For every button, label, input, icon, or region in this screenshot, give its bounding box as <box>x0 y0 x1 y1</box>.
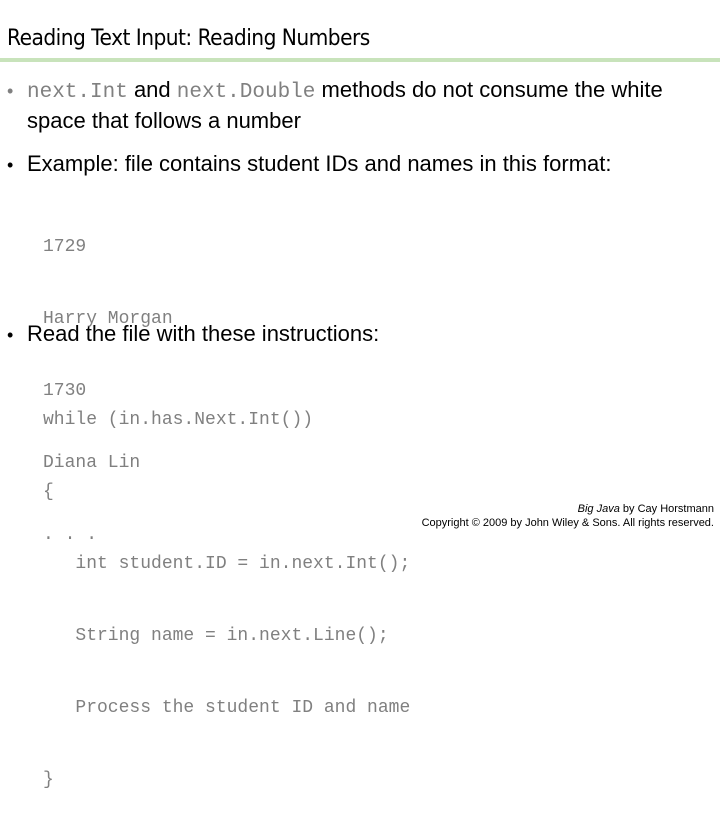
bullet-1-continuation: space that follows a number <box>27 108 301 133</box>
author-byline: by Cay Horstmann <box>619 503 714 515</box>
bullet-icon: • <box>7 81 14 101</box>
slide-title: Reading Text Input: Reading Numbers <box>7 26 370 51</box>
bullet-icon: • <box>7 325 14 345</box>
copyright-footer: Big Java by Cay Horstmann Copyright © 20… <box>422 502 714 530</box>
code-line: { <box>43 482 54 502</box>
copyright-notice: Copyright © 2009 by John Wiley & Sons. A… <box>421 517 714 529</box>
code-line: } <box>43 770 54 790</box>
bullet-3: • Read the file with these instructions: <box>7 318 379 351</box>
bullet-1: • next.Int and next.Double methods do not… <box>7 74 663 108</box>
code-line: 1729 <box>43 237 87 257</box>
read-loop-code: while (in.has.Next.Int()) { int student.… <box>43 360 410 840</box>
book-credit: Big Java by Cay Horstmann <box>422 502 714 516</box>
bullet-2-text: Example: file contains student IDs and n… <box>27 151 612 176</box>
code-line: while (in.has.Next.Int()) <box>43 410 314 430</box>
code-line: String name = in.next.Line(); <box>43 626 389 646</box>
book-title: Big Java <box>577 503 620 515</box>
inline-code-nextint: next.Int <box>27 81 128 104</box>
bullet-1-text-b: methods do not consume the white <box>315 77 663 102</box>
bullet-icon: • <box>7 155 14 175</box>
inline-code-nextdouble: next.Double <box>176 81 316 104</box>
code-line: int student.ID = in.next.Int(); <box>43 554 411 574</box>
code-line: Process the student ID and name <box>43 698 411 718</box>
bullet-1-text-a: and <box>127 77 177 102</box>
bullet-3-text: Read the file with these instructions: <box>27 321 380 346</box>
title-divider <box>0 58 720 62</box>
bullet-2: • Example: file contains student IDs and … <box>7 148 612 181</box>
